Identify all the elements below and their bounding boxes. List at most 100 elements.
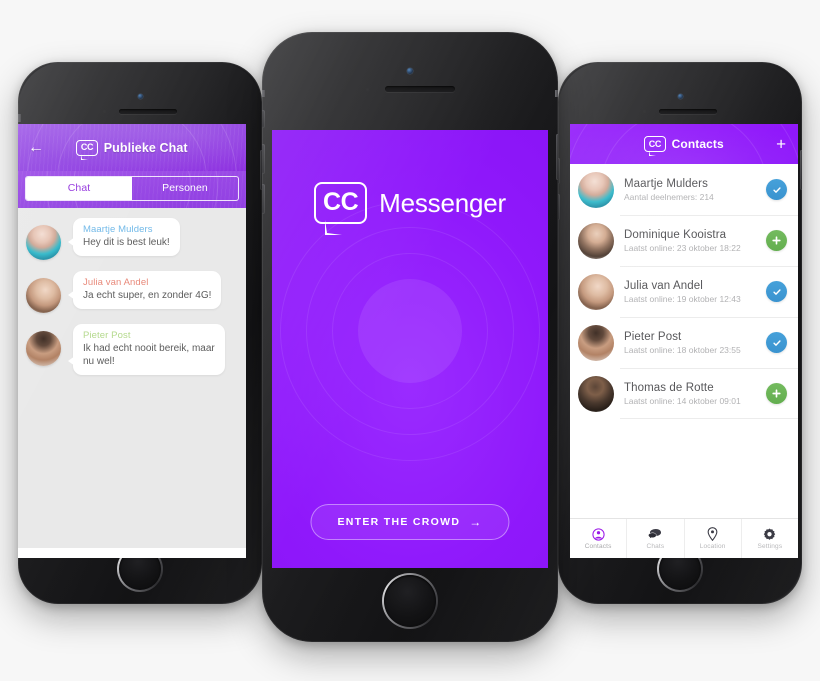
home-button[interactable] xyxy=(382,573,438,629)
tab-personen[interactable]: Personen xyxy=(132,177,238,200)
plus-icon xyxy=(772,236,781,245)
tab-chats[interactable]: Chats xyxy=(627,519,685,558)
arrow-right-icon: → xyxy=(469,515,483,529)
check-icon xyxy=(772,186,781,193)
bottom-tab-bar: Contacts Chats Location Settings xyxy=(570,518,798,558)
contact-subtitle: Laatst online: 14 oktober 09:01 xyxy=(624,395,741,406)
chat-message-text: Ik had echt nooit bereik, maar nu wel! xyxy=(83,343,215,368)
plus-icon xyxy=(772,389,781,398)
earpiece-cluster xyxy=(558,109,802,114)
chat-bubbles-icon xyxy=(648,527,662,541)
avatar xyxy=(26,278,61,313)
chat-bubble: Pieter Post Ik had echt nooit bereik, ma… xyxy=(68,324,225,376)
contact-added-check-button[interactable] xyxy=(766,281,787,302)
segmented-control: Chat Personen xyxy=(25,176,239,201)
splash-screen: CC Messenger ENTER THE CROWD → xyxy=(272,130,548,568)
contact-add-button[interactable] xyxy=(766,230,787,251)
contact-name: Pieter Post xyxy=(624,330,682,343)
chat-message-list[interactable]: Maartje Mulders Hey dit is best leuk! Ju… xyxy=(18,208,246,548)
contact-row[interactable]: Pieter Post Laatst online: 18 oktober 23… xyxy=(570,317,798,368)
app-name: Messenger xyxy=(379,187,506,218)
power-button[interactable] xyxy=(800,150,802,190)
tab-location[interactable]: Location xyxy=(685,519,742,558)
chat-message-text: Hey dit is best leuk! xyxy=(83,237,170,248)
chat-message: Julia van Andel Ja echt super, en zonder… xyxy=(26,271,238,313)
chat-message: Pieter Post Ik had echt nooit bereik, ma… xyxy=(26,324,238,376)
contact-name: Dominique Kooistra xyxy=(624,228,727,241)
check-icon xyxy=(772,288,781,295)
volume-down-button[interactable] xyxy=(262,184,265,214)
tab-label: Settings xyxy=(757,543,783,550)
proximity-sensor-icon xyxy=(103,110,106,113)
volume-up-button[interactable] xyxy=(262,144,265,174)
chat-sender-name: Pieter Post xyxy=(83,330,131,341)
earpiece-speaker xyxy=(659,109,717,114)
tab-contacts[interactable]: Contacts xyxy=(570,519,628,558)
tab-settings[interactable]: Settings xyxy=(742,519,798,558)
tab-label: Chats xyxy=(646,543,665,550)
chat-sender-name: Maartje Mulders xyxy=(83,224,153,235)
front-camera-icon xyxy=(137,94,143,99)
contact-row[interactable]: Julia van Andel Laatst online: 19 oktobe… xyxy=(570,266,798,317)
antenna-nub xyxy=(262,90,265,97)
phone-right-screen: CC Contacts + Maartje Mulders Aantal dee… xyxy=(570,124,798,558)
contact-subtitle: Aantal deelnemers: 214 xyxy=(624,191,714,202)
add-contact-button[interactable]: + xyxy=(776,136,786,153)
tab-chat[interactable]: Chat xyxy=(26,177,132,200)
contact-name: Maartje Mulders xyxy=(624,177,708,190)
contact-add-button[interactable] xyxy=(766,383,787,404)
contact-added-check-button[interactable] xyxy=(766,179,787,200)
showcase-stage: ← CC Publieke Chat Chat Personen Maartje… xyxy=(0,0,820,681)
proximity-sensor-icon xyxy=(365,87,369,91)
earpiece-cluster xyxy=(262,86,558,92)
contacts-list[interactable]: Maartje Mulders Aantal deelnemers: 214 D… xyxy=(570,164,798,518)
chat-message-text: Ja echt super, en zonder 4G! xyxy=(83,290,212,301)
page-title: Contacts xyxy=(671,137,724,151)
contact-subtitle: Laatst online: 23 oktober 18:22 xyxy=(624,242,741,253)
front-camera-cluster xyxy=(558,94,802,99)
front-camera-cluster xyxy=(262,68,558,74)
avatar xyxy=(578,324,614,361)
volume-up-button[interactable] xyxy=(558,158,560,184)
avatar xyxy=(26,225,61,260)
antenna-nub xyxy=(555,90,558,97)
phone-left-screen: ← CC Publieke Chat Chat Personen Maartje… xyxy=(18,124,246,558)
antenna-nub xyxy=(18,114,21,122)
person-circle-icon xyxy=(592,527,605,541)
front-camera-cluster xyxy=(18,94,262,99)
check-icon xyxy=(772,339,781,346)
cc-logo-icon: CC xyxy=(644,136,666,156)
front-camera-icon xyxy=(407,68,413,74)
avatar xyxy=(578,273,614,310)
tab-label: Contacts xyxy=(584,543,612,550)
contact-added-check-button[interactable] xyxy=(766,332,787,353)
volume-down-button[interactable] xyxy=(558,194,560,220)
ring-silent-switch[interactable] xyxy=(262,110,265,128)
phone-center-screen: CC Messenger ENTER THE CROWD → xyxy=(272,130,548,568)
cc-logo-icon: CC xyxy=(314,182,368,235)
pulse-core xyxy=(358,279,462,384)
front-camera-icon xyxy=(677,94,683,99)
power-button[interactable] xyxy=(555,134,558,180)
gear-icon xyxy=(763,527,776,541)
contact-name: Julia van Andel xyxy=(624,279,703,292)
back-arrow-icon[interactable]: ← xyxy=(28,139,48,156)
earpiece-speaker xyxy=(384,86,455,92)
chat-message: Maartje Mulders Hey dit is best leuk! xyxy=(26,218,238,260)
contact-subtitle: Laatst online: 18 oktober 23:55 xyxy=(624,344,741,355)
proximity-sensor-icon xyxy=(643,110,646,113)
contact-row[interactable]: Maartje Mulders Aantal deelnemers: 214 xyxy=(570,164,798,215)
chat-bubble: Maartje Mulders Hey dit is best leuk! xyxy=(68,218,180,257)
earpiece-speaker xyxy=(119,109,177,114)
chat-bubble: Julia van Andel Ja echt super, en zonder… xyxy=(67,271,222,310)
earpiece-cluster xyxy=(18,109,262,114)
app-brand-lockup: CC Messenger xyxy=(272,182,548,235)
page-title: Publieke Chat xyxy=(103,140,188,155)
contact-row[interactable]: Thomas de Rotte Laatst online: 14 oktobe… xyxy=(570,368,798,419)
chat-sender-name: Julia van Andel xyxy=(83,277,149,288)
contact-name: Thomas de Rotte xyxy=(624,381,714,394)
enter-the-crowd-button[interactable]: ENTER THE CROWD → xyxy=(310,504,510,540)
contact-row[interactable]: Dominique Kooistra Laatst online: 23 okt… xyxy=(570,215,798,266)
header-title-group: CC Publieke Chat xyxy=(48,139,216,160)
chat-tabs-container: Chat Personen xyxy=(18,171,246,208)
